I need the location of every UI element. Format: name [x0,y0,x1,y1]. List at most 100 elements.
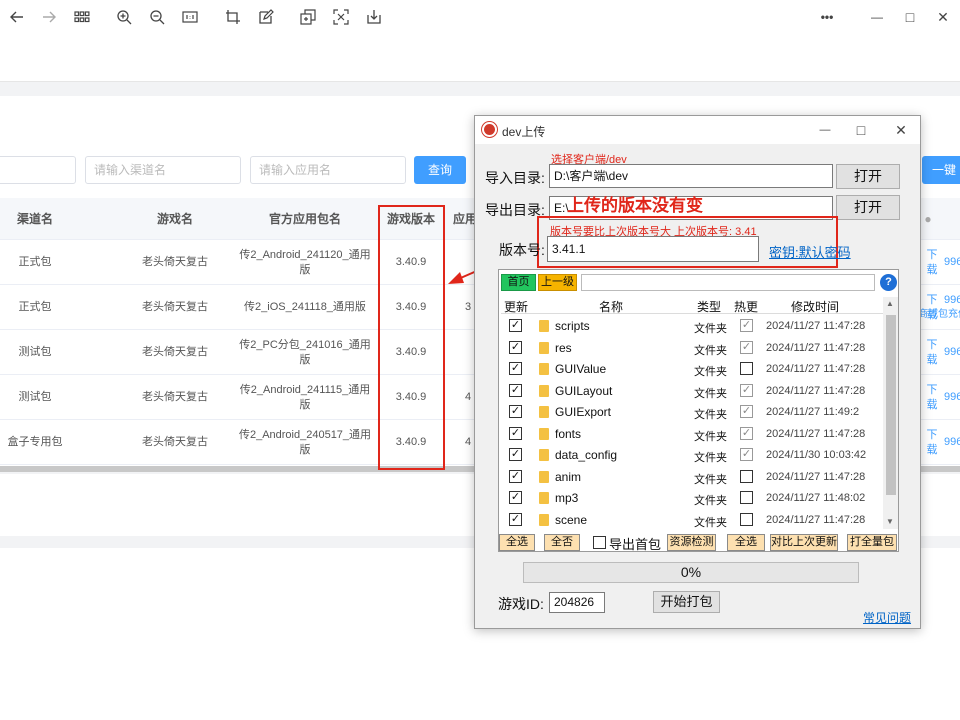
update-checkbox[interactable]: ✓ [509,491,522,504]
dialog-maximize-button[interactable]: □ [851,120,871,140]
update-checkbox[interactable]: ✓ [509,362,522,375]
file-time: 2024/11/27 11:49:2 [766,406,860,418]
hot-update-checkbox[interactable]: ✓ [740,448,753,461]
home-button[interactable]: 首页 [501,274,536,291]
zoom-in-icon[interactable] [113,6,135,28]
download-link[interactable]: 下载 [922,420,942,465]
file-row[interactable]: ✓ data_config 文件夹 ✓ 2024/11/30 10:03:42 [501,444,883,466]
one-click-button[interactable]: 一键 [922,156,960,184]
download-link[interactable]: 下载 [922,240,942,285]
select-all-button-2[interactable]: 全选 [727,534,765,551]
scan-icon[interactable] [330,6,352,28]
file-row[interactable]: ✓ GUIValue 文件夹 2024/11/27 11:47:28 [501,358,883,380]
file-list-scrollbar[interactable]: ▲ ▼ [883,297,898,529]
export-home-label: 导出首包 [609,537,662,552]
hot-update-checkbox[interactable]: ✓ [740,340,753,354]
import-dir-label: 导入目录: [485,170,545,186]
close-button[interactable]: ✕ [932,6,954,28]
export-dir-label: 导出目录: [485,202,545,218]
file-row[interactable]: ✓ scene 文件夹 2024/11/27 11:47:28 [501,509,883,531]
update-checkbox[interactable]: ✓ [509,512,522,526]
count-link[interactable]: 996 [944,375,960,420]
file-row[interactable]: ✓ GUILayout 文件夹 ✓ 2024/11/27 11:47:28 [501,380,883,402]
file-row[interactable]: ✓ res 文件夹 ✓ 2024/11/27 11:47:28 [501,337,883,359]
game-id-input[interactable]: 204826 [549,592,605,613]
hot-update-checkbox[interactable] [740,491,753,504]
hot-update-checkbox[interactable] [740,512,753,526]
file-time: 2024/11/30 10:03:42 [766,449,867,461]
crop-icon[interactable] [222,6,244,28]
resource-check-button[interactable]: 资源检测 [667,534,716,551]
folder-icon [539,513,549,526]
pack-progress-bar: 0% [523,562,859,583]
more-icon[interactable]: ••• [816,6,838,28]
file-row[interactable]: ✓ mp3 文件夹 2024/11/27 11:48:02 [501,487,883,509]
dialog-minimize-button[interactable]: — [815,120,835,140]
file-time: 2024/11/27 11:47:28 [766,384,866,397]
back-arrow-icon[interactable] [6,6,28,28]
update-checkbox[interactable]: ✓ [509,469,522,483]
version-column-highlight [378,205,445,470]
download-link[interactable]: 下载 [922,375,942,420]
compare-last-update-button[interactable]: 对比上次更新 [770,534,838,551]
minimize-button[interactable]: — [866,6,888,28]
file-row[interactable]: ✓ scripts 文件夹 ✓ 2024/11/27 11:47:28 [501,315,883,337]
file-row[interactable]: ✓ anim 文件夹 2024/11/27 11:47:28 [501,466,883,488]
file-name: GUIValue [555,362,607,376]
file-name: fonts [555,426,582,441]
hot-update-checkbox[interactable] [740,469,753,483]
download-icon[interactable] [363,6,385,28]
file-type: 文件夹 [694,344,727,357]
file-row[interactable]: ✓ fonts 文件夹 ✓ 2024/11/27 11:47:28 [501,423,883,445]
query-button[interactable]: 查询 [414,156,466,184]
scrollbar-thumb[interactable] [886,315,896,495]
select-none-button[interactable]: 全否 [544,534,580,551]
faq-link[interactable]: 常见问题 [863,609,911,626]
col-type: 类型 [697,300,722,314]
hot-update-checkbox[interactable]: ✓ [740,426,753,440]
actual-size-icon[interactable] [179,6,201,28]
import-open-button[interactable]: 打开 [836,164,900,189]
hot-update-checkbox[interactable]: ✓ [740,405,753,418]
update-checkbox[interactable]: ✓ [509,319,522,332]
pack-all-button[interactable]: 打全量包 [847,534,897,551]
edit-icon[interactable] [255,6,277,28]
app-name-input[interactable]: 请输入应用名 [250,156,406,184]
maximize-button[interactable]: □ [899,6,921,28]
hot-update-checkbox[interactable]: ✓ [740,319,753,332]
update-checkbox[interactable]: ✓ [509,383,522,397]
cell-package: 传2_Android_241120_通用版 [239,248,371,276]
help-icon[interactable]: ? [880,274,897,291]
channel-name-input[interactable]: 请输入渠道名 [85,156,241,184]
download-link[interactable]: 下载 [922,330,942,375]
update-checkbox[interactable]: ✓ [509,405,522,418]
up-level-button[interactable]: 上一级 [538,274,577,291]
dialog-close-button[interactable]: ✕ [891,120,911,140]
start-pack-button[interactable]: 开始打包 [653,591,720,613]
cell-game: 老头倚天复古 [142,436,208,448]
export-home-checkbox[interactable] [593,536,606,549]
count-link[interactable]: 996 [944,240,960,285]
grid-icon[interactable] [71,6,93,28]
export-open-button[interactable]: 打开 [836,195,900,220]
cell-channel: 测试包 [18,346,52,358]
file-row[interactable]: ✓ GUIExport 文件夹 ✓ 2024/11/27 11:49:2 [501,401,883,423]
update-checkbox[interactable]: ✓ [509,448,522,461]
file-time: 2024/11/27 11:47:28 [766,427,866,440]
cell-channel: 正式包 [18,256,52,268]
update-checkbox[interactable]: ✓ [509,426,522,440]
count-link[interactable]: 996 [944,420,960,465]
key-link[interactable]: 密钥:默认密码 [769,242,851,261]
hot-update-checkbox[interactable]: ✓ [740,383,753,397]
version-input[interactable]: 3.41.1 [547,236,759,262]
count-link[interactable]: 996 [944,330,960,375]
filter-input-partial[interactable] [0,156,76,184]
import-dir-field[interactable]: D:\客户端\dev [549,164,833,188]
forward-arrow-icon[interactable] [38,6,60,28]
hot-update-checkbox[interactable] [740,362,753,375]
mall-recharge-link[interactable]: 商城包充值 [918,285,960,330]
select-all-button[interactable]: 全选 [499,534,535,551]
update-checkbox[interactable]: ✓ [509,340,522,354]
zoom-out-icon[interactable] [146,6,168,28]
copy-icon[interactable] [297,6,319,28]
